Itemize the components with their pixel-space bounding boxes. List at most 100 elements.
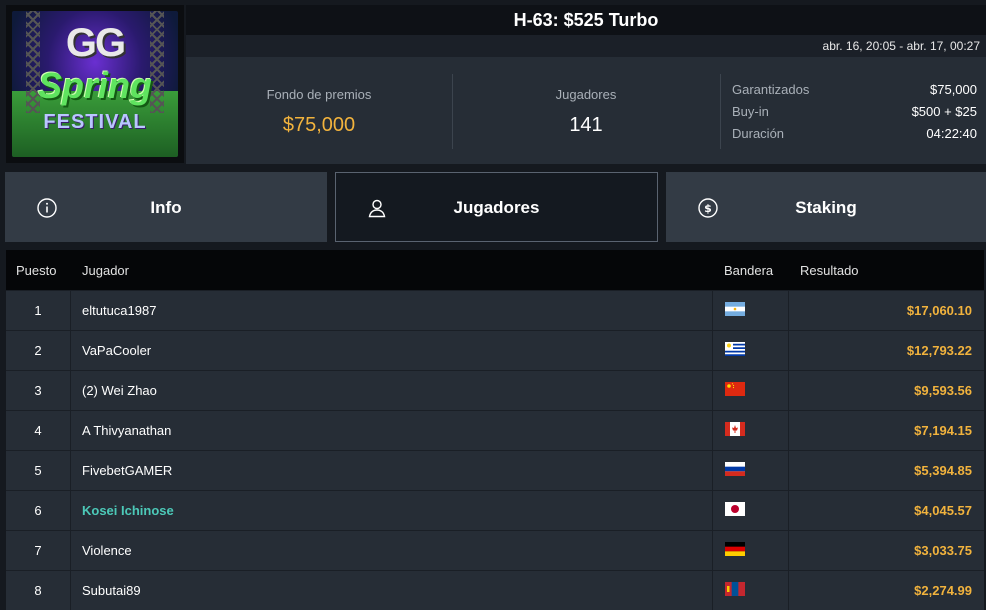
tab-info-label: Info: [150, 198, 182, 217]
logo-artwork: GG Spring FESTIVAL: [12, 11, 178, 157]
player-name-cell[interactable]: (2) Wei Zhao: [82, 383, 157, 398]
players-label: Jugadores: [555, 87, 617, 102]
column-divider: [70, 371, 71, 410]
column-divider: [788, 291, 789, 330]
title-bar: H-63: $525 Turbo: [186, 5, 986, 35]
result-cell: $2,274.99: [914, 583, 972, 598]
table-row[interactable]: 6 Kosei Ichinose $4,045.57: [6, 490, 984, 530]
column-divider: [70, 411, 71, 450]
position-cell: 7: [34, 543, 42, 558]
tournament-dates: abr. 16, 20:05 - abr. 17, 00:27: [822, 39, 980, 53]
column-divider: [70, 571, 71, 610]
date-bar: abr. 16, 20:05 - abr. 17, 00:27: [186, 35, 986, 57]
players-value: 141: [569, 114, 603, 136]
flag-argentina-icon: [725, 302, 745, 316]
column-divider: [712, 331, 713, 370]
flag-russia-icon: [725, 462, 745, 476]
header-player: Jugador: [82, 263, 129, 278]
result-cell: $17,060.10: [906, 303, 972, 318]
tab-staking[interactable]: $ Staking: [666, 172, 986, 242]
divider: [720, 74, 721, 149]
tab-bar: Info Jugadores $ Staking: [0, 172, 986, 242]
column-divider: [712, 571, 713, 610]
column-divider: [712, 531, 713, 570]
flag-canada-icon: [725, 422, 745, 436]
tab-players-label: Jugadores: [453, 198, 540, 217]
result-cell: $3,033.75: [914, 543, 972, 558]
column-divider: [788, 571, 789, 610]
page-title: H-63: $525 Turbo: [513, 10, 659, 30]
column-divider: [712, 491, 713, 530]
player-name-cell[interactable]: Kosei Ichinose: [82, 503, 174, 518]
flag-mongolia-icon: [725, 582, 745, 596]
table-header: Puesto Jugador Bandera Resultado: [6, 250, 984, 290]
result-cell: $4,045.57: [914, 503, 972, 518]
detail-value: 04:22:40: [926, 126, 977, 141]
position-cell: 6: [34, 503, 42, 518]
table-row[interactable]: 4 A Thivyanathan $7,194.15: [6, 410, 984, 450]
detail-guaranteed: Garantizados $75,000: [732, 82, 977, 104]
player-name-cell[interactable]: A Thivyanathan: [82, 423, 171, 438]
table-row[interactable]: 7 Violence $3,033.75: [6, 530, 984, 570]
result-cell: $5,394.85: [914, 463, 972, 478]
logo-gg-text: GG: [65, 21, 126, 65]
player-name-cell[interactable]: VaPaCooler: [82, 343, 151, 358]
flag-china-icon: [725, 382, 745, 396]
table-row[interactable]: 2 VaPaCooler $12,793.22: [6, 330, 984, 370]
stats-panel: Fondo de premios $75,000 Jugadores 141 G…: [186, 57, 986, 164]
player-name-cell[interactable]: eltutuca1987: [82, 303, 156, 318]
players-stat: Jugadores 141: [452, 57, 720, 164]
column-divider: [712, 411, 713, 450]
column-divider: [70, 451, 71, 490]
column-divider: [70, 331, 71, 370]
position-cell: 3: [34, 383, 42, 398]
header-result: Resultado: [800, 263, 859, 278]
table-row[interactable]: 3 (2) Wei Zhao $9,593.56: [6, 370, 984, 410]
tab-players[interactable]: Jugadores: [335, 172, 658, 242]
flag-japan-icon: [725, 502, 745, 516]
table-body: 1 eltutuca1987 $17,060.10 2 VaPaCooler $12,79…: [6, 290, 984, 610]
flag-uruguay-icon: [725, 342, 745, 356]
prize-pool-value: $75,000: [282, 114, 356, 136]
position-cell: 4: [34, 423, 42, 438]
player-name-cell[interactable]: Violence: [82, 543, 132, 558]
logo-spring-text: Spring: [38, 65, 152, 106]
results-table: Puesto Jugador Bandera Resultado 1 eltutu…: [6, 250, 984, 610]
detail-buyin: Buy-in $500 + $25: [732, 104, 977, 126]
tab-info[interactable]: Info: [5, 172, 327, 242]
detail-value: $500 + $25: [911, 104, 977, 119]
position-cell: 8: [34, 583, 42, 598]
column-divider: [70, 291, 71, 330]
result-cell: $7,194.15: [914, 423, 972, 438]
column-divider: [70, 491, 71, 530]
prize-pool-stat: Fondo de premios $75,000: [186, 57, 452, 164]
table-row[interactable]: 5 FivebetGAMER $5,394.85: [6, 450, 984, 490]
header-position: Puesto: [16, 263, 57, 278]
player-name-cell[interactable]: FivebetGAMER: [82, 463, 172, 478]
detail-label: Garantizados: [732, 82, 810, 97]
column-divider: [712, 291, 713, 330]
detail-value: $75,000: [930, 82, 977, 97]
festival-logo: GG Spring FESTIVAL: [6, 5, 184, 163]
position-cell: 1: [34, 303, 42, 318]
detail-duration: Duración 04:22:40: [732, 126, 977, 148]
tournament-page: GG Spring FESTIVAL H-63: $525 Turbo abr.…: [0, 0, 986, 610]
detail-label: Duración: [732, 126, 785, 141]
flag-germany-icon: [725, 542, 745, 556]
position-cell: 2: [34, 343, 42, 358]
table-row[interactable]: 8 Subutai89 $2,274.99: [6, 570, 984, 610]
logo-festival-text: FESTIVAL: [43, 111, 147, 133]
result-cell: $9,593.56: [914, 383, 972, 398]
column-divider: [70, 531, 71, 570]
column-divider: [788, 451, 789, 490]
column-divider: [712, 371, 713, 410]
position-cell: 5: [34, 463, 42, 478]
header-flag: Bandera: [724, 263, 774, 278]
table-row[interactable]: 1 eltutuca1987 $17,060.10: [6, 290, 984, 330]
tab-staking-label: Staking: [795, 198, 857, 217]
prize-pool-label: Fondo de premios: [266, 87, 372, 102]
tournament-header: GG Spring FESTIVAL H-63: $525 Turbo abr.…: [0, 0, 986, 166]
column-divider: [788, 411, 789, 450]
player-name-cell[interactable]: Subutai89: [82, 583, 141, 598]
details-list: Garantizados $75,000 Buy-in $500 + $25 D…: [732, 82, 977, 148]
